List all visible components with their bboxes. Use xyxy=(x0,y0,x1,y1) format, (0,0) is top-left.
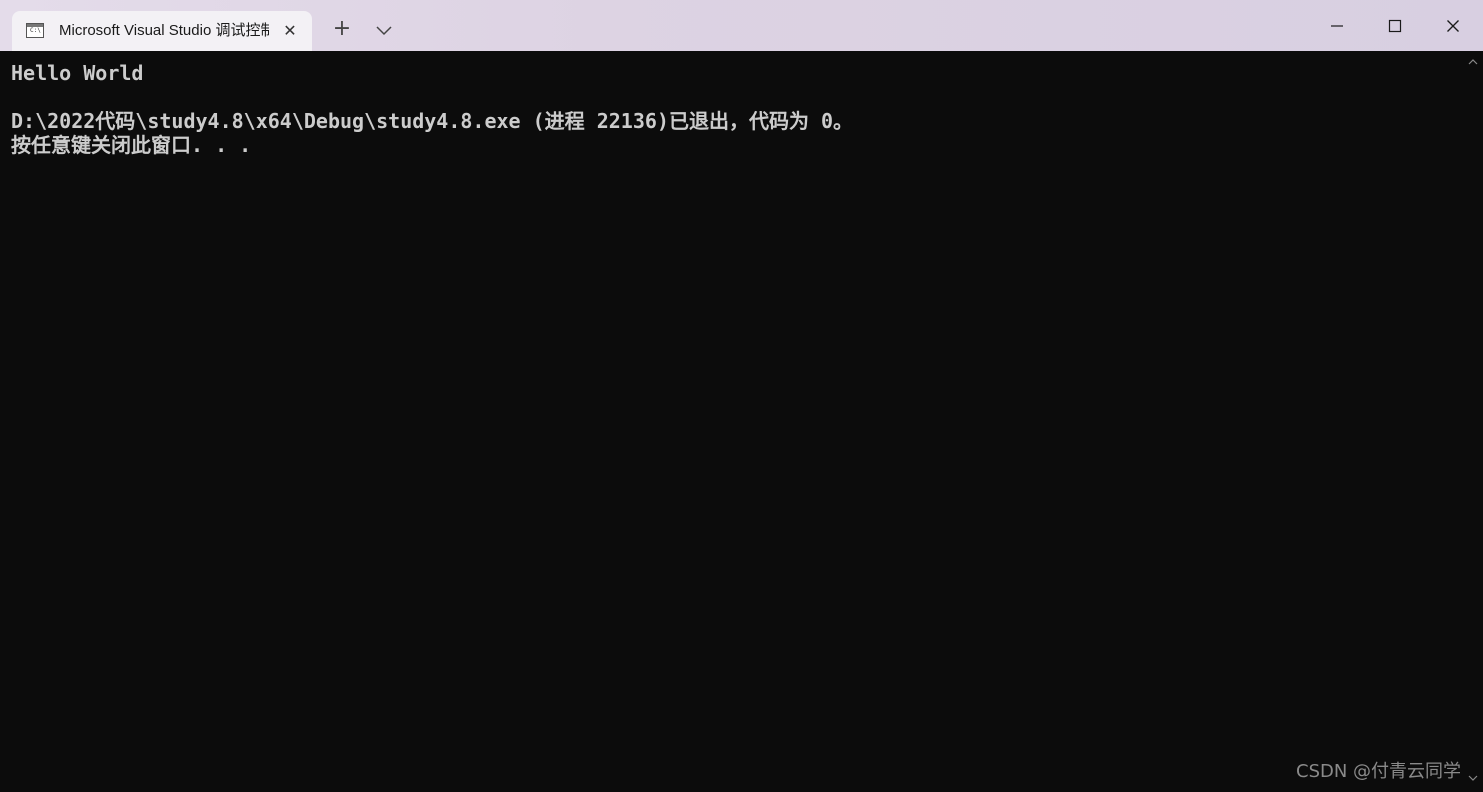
close-icon[interactable]: ✕ xyxy=(280,21,300,41)
console-app-icon: C:\ xyxy=(26,23,44,38)
console-output[interactable]: Hello World D:\2022代码\study4.8\x64\Debug… xyxy=(0,51,1463,792)
maximize-button[interactable] xyxy=(1372,8,1418,44)
minimize-icon xyxy=(1331,25,1343,27)
console-line: D:\2022代码\study4.8\x64\Debug\study4.8.ex… xyxy=(11,109,854,133)
close-window-button[interactable] xyxy=(1430,8,1476,44)
watermark: CSDN @付青云同学 xyxy=(1296,761,1462,782)
title-bar[interactable]: C:\ Microsoft Visual Studio 调试控制台 ✕ + xyxy=(0,0,1483,51)
scroll-up-icon[interactable] xyxy=(1467,57,1479,67)
close-icon xyxy=(1447,20,1459,32)
console-line: Hello World xyxy=(11,61,144,85)
chevron-down-icon[interactable] xyxy=(372,18,396,42)
console-line: 按任意键关闭此窗口. . . xyxy=(11,133,252,157)
minimize-button[interactable] xyxy=(1314,8,1360,44)
tab-title: Microsoft Visual Studio 调试控制台 xyxy=(59,22,269,39)
scroll-down-icon[interactable] xyxy=(1467,773,1479,783)
console-app-icon-text: C:\ xyxy=(30,27,41,34)
vertical-scrollbar[interactable] xyxy=(1463,51,1483,792)
terminal-window: C:\ Microsoft Visual Studio 调试控制台 ✕ + He… xyxy=(0,0,1483,792)
maximize-icon xyxy=(1388,19,1402,33)
tab-debug-console[interactable]: C:\ Microsoft Visual Studio 调试控制台 ✕ xyxy=(12,11,312,51)
plus-icon[interactable]: + xyxy=(330,17,354,41)
